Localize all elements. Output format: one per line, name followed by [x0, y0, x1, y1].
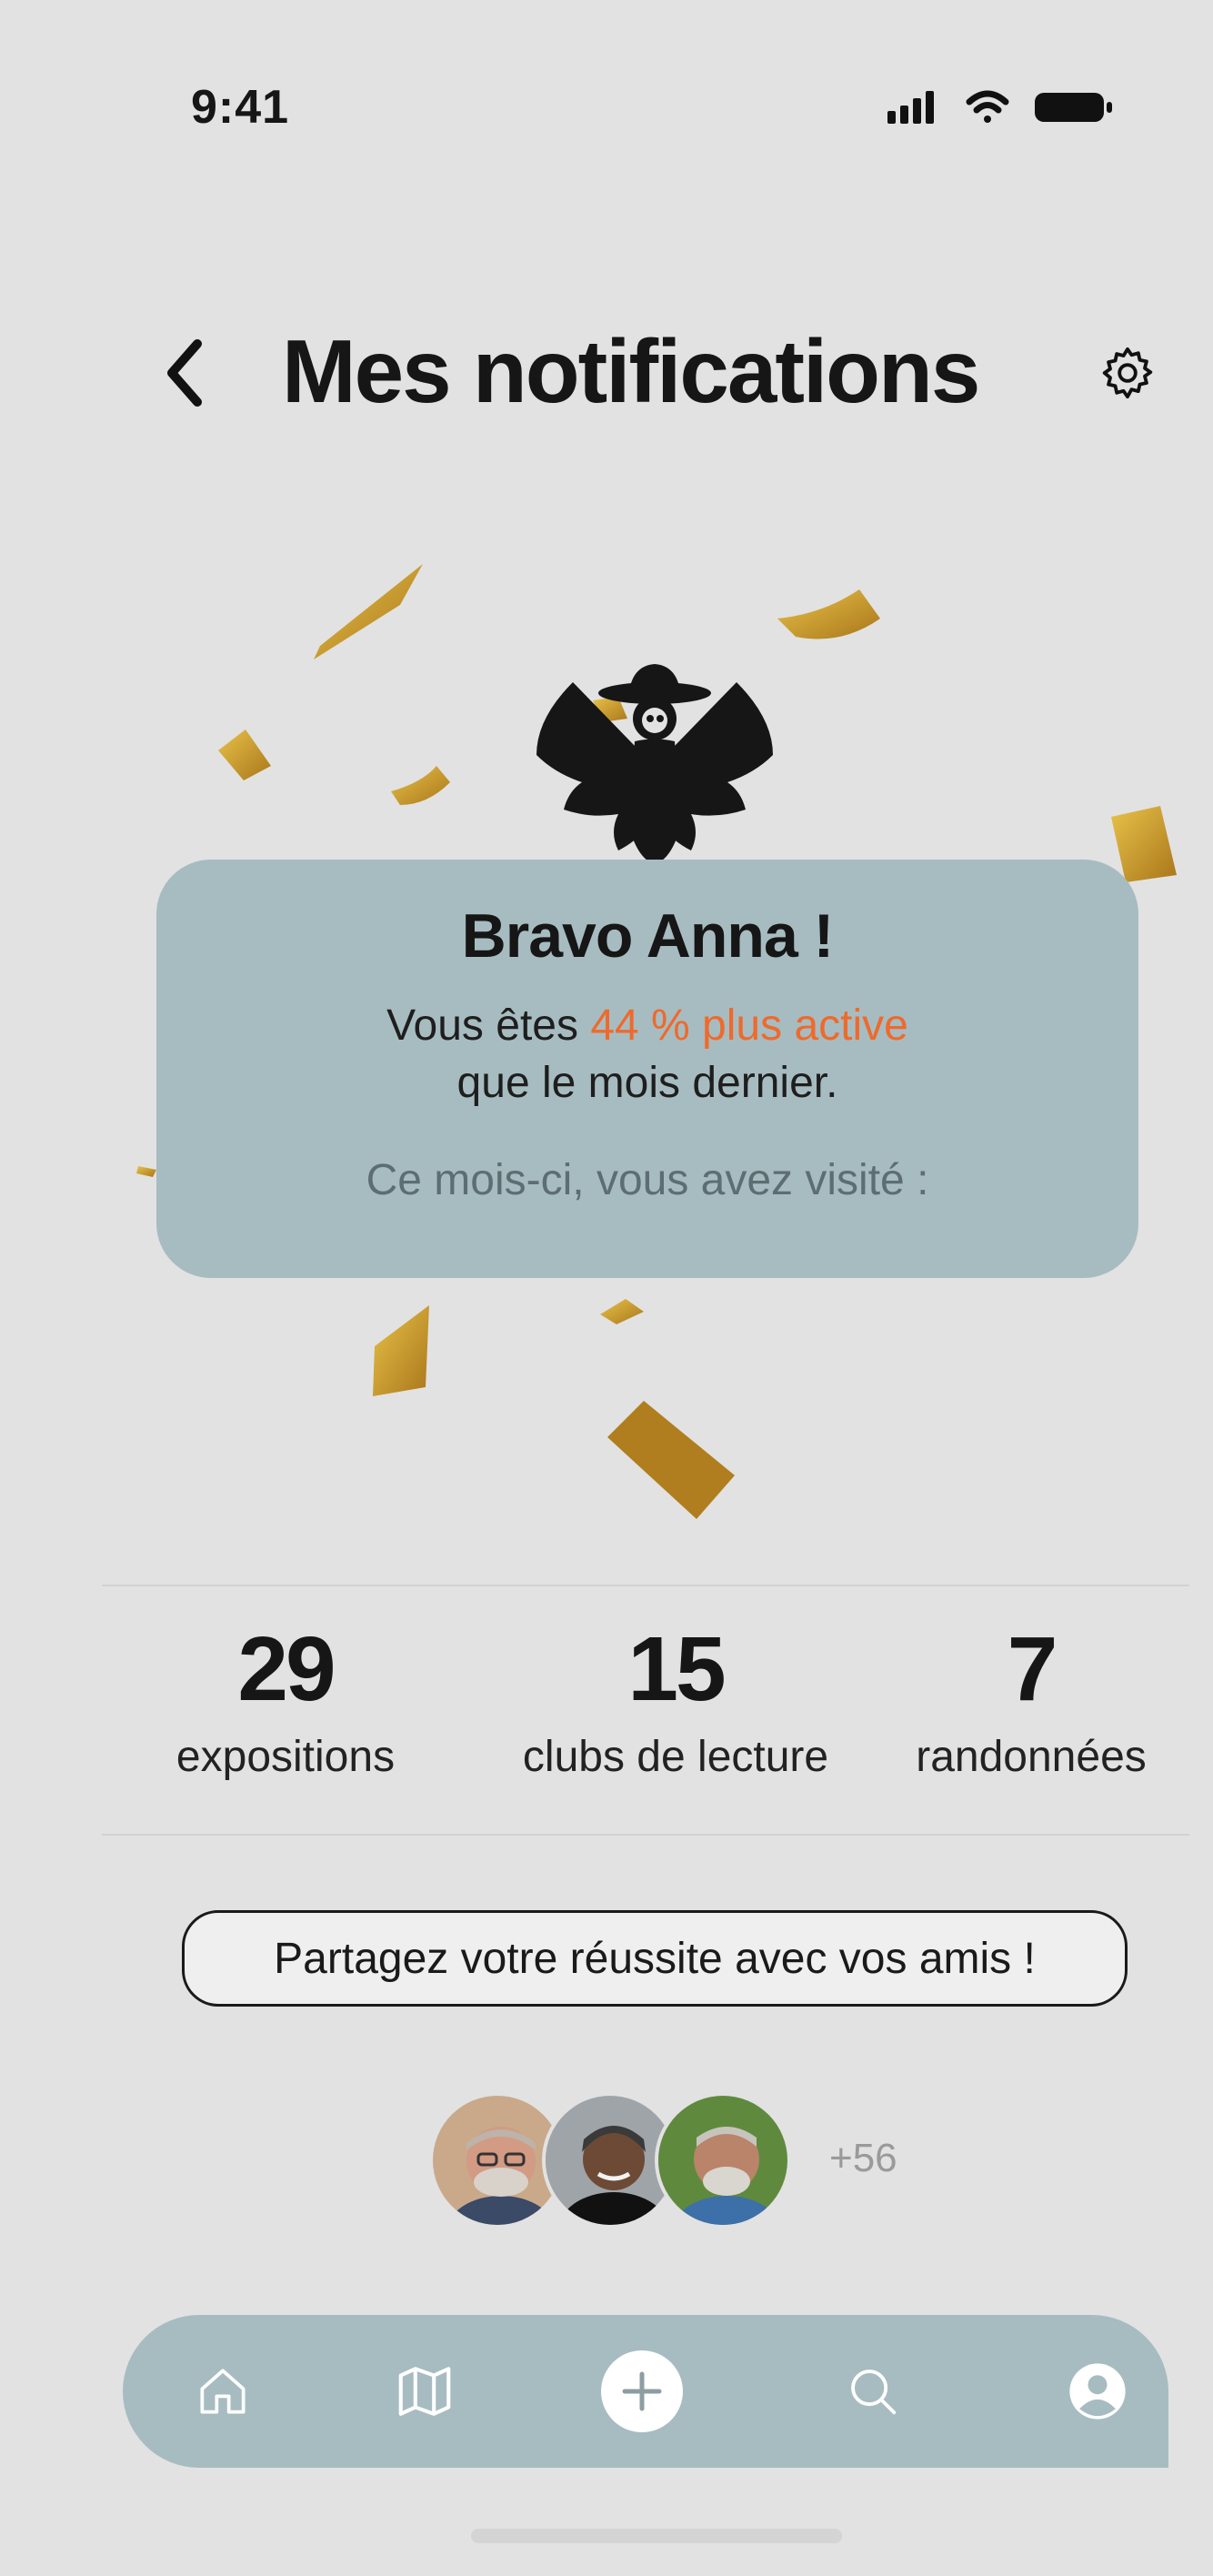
- nav-search[interactable]: [827, 2346, 918, 2437]
- confetti-piece: [373, 1305, 429, 1396]
- activity-prefix: Vous êtes: [386, 1001, 591, 1050]
- stat-label: randonnées: [916, 1733, 1147, 1781]
- activity-highlight: 44 % plus active: [590, 1001, 908, 1050]
- confetti-piece: [1111, 806, 1177, 882]
- settings-button[interactable]: [1091, 337, 1164, 409]
- confetti-piece: [391, 766, 450, 805]
- status-time: 9:41: [191, 81, 290, 134]
- stat-value: 7: [1007, 1618, 1058, 1720]
- stat-value: 29: [237, 1618, 336, 1720]
- stat-randonnees: 7 randonnées: [849, 1619, 1213, 1782]
- map-icon: [398, 2367, 451, 2416]
- status-icons: [887, 90, 1112, 124]
- divider: [102, 1585, 1189, 1586]
- avatar[interactable]: [655, 2092, 791, 2229]
- gear-icon: [1102, 347, 1153, 399]
- congrats-card: Bravo Anna ! Vous êtes 44 % plus active …: [156, 860, 1138, 1278]
- home-icon: [200, 2369, 246, 2414]
- stat-value: 15: [627, 1618, 726, 1720]
- nav-profile[interactable]: [1052, 2346, 1143, 2437]
- battery-icon: [1035, 93, 1112, 122]
- page-title: Mes notifications: [282, 321, 980, 421]
- share-button[interactable]: Partagez votre réussite avec vos amis !: [182, 1910, 1128, 2007]
- stat-clubs: 15 clubs de lecture: [494, 1619, 857, 1782]
- card-title: Bravo Anna !: [461, 901, 835, 971]
- wifi-icon: [966, 90, 1009, 123]
- stat-label: expositions: [175, 1733, 396, 1781]
- search-icon: [851, 2370, 897, 2415]
- bottom-nav: [123, 2315, 1168, 2468]
- divider: [102, 1834, 1189, 1836]
- back-button[interactable]: [155, 327, 218, 418]
- profile-icon: [1069, 2363, 1126, 2420]
- signal-icon: [887, 91, 934, 124]
- mascot-bird-icon: [536, 664, 773, 864]
- nav-map[interactable]: [379, 2346, 470, 2437]
- plus-icon: [601, 2350, 683, 2432]
- confetti-piece: [607, 1401, 735, 1519]
- friends-more-count: +56: [829, 2136, 897, 2180]
- activity-text: Vous êtes 44 % plus active: [156, 1001, 1138, 1051]
- confetti-piece: [218, 730, 271, 780]
- chevron-left-icon: [167, 339, 202, 407]
- stat-label: clubs de lecture: [522, 1733, 829, 1781]
- nav-home[interactable]: [177, 2346, 268, 2437]
- activity-comparison: que le mois dernier.: [456, 1059, 838, 1107]
- home-indicator: [471, 2529, 842, 2543]
- visited-intro: Ce mois-ci, vous avez visité :: [366, 1156, 929, 1204]
- confetti-piece: [314, 564, 423, 659]
- confetti-piece: [600, 1299, 644, 1324]
- stat-expositions: 29 expositions: [104, 1619, 467, 1782]
- confetti-piece: [136, 1166, 156, 1177]
- nav-add[interactable]: [596, 2346, 687, 2437]
- confetti-piece: [777, 589, 880, 639]
